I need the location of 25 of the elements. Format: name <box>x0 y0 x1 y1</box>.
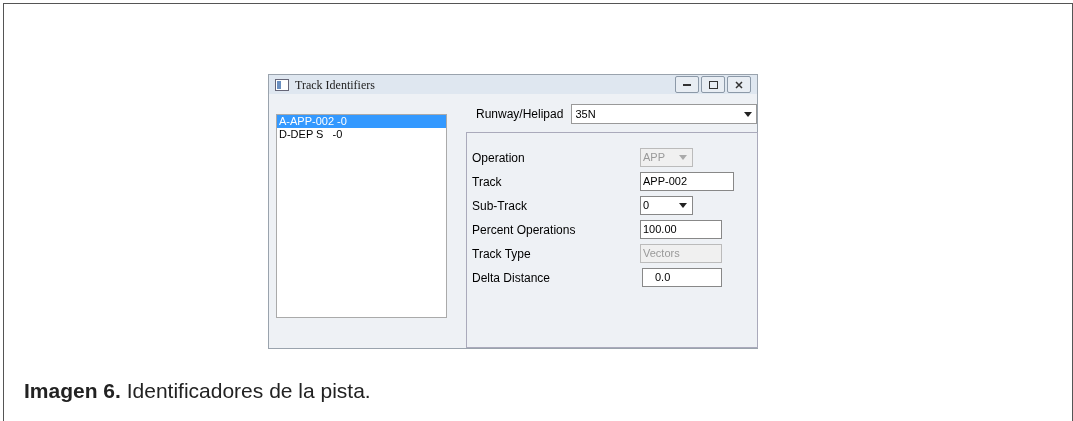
field-label: Sub-Track <box>472 197 528 215</box>
maximize-icon <box>708 80 718 89</box>
field-label: Track <box>472 173 503 191</box>
runway-label: Runway/Helipad <box>476 106 564 123</box>
dropdown-arrow-icon <box>679 155 687 160</box>
field-label: Operation <box>472 149 526 167</box>
window-title: Track Identifiers <box>295 76 375 94</box>
minimize-icon <box>683 83 691 86</box>
field-label: Percent Operations <box>472 221 577 239</box>
dropdown-arrow-icon <box>679 203 687 208</box>
maximize-button[interactable] <box>701 76 725 93</box>
track-list-item[interactable]: D-DEP S -0 <box>277 128 446 141</box>
input-field[interactable]: 100.00 <box>640 220 722 239</box>
field-label: Delta Distance <box>472 269 552 287</box>
close-icon <box>735 80 743 89</box>
runway-dropdown[interactable]: 35N <box>571 104 758 124</box>
figure-caption: Imagen 6. Identificadores de la pista. <box>24 378 372 404</box>
window-icon <box>275 78 289 91</box>
minimize-button[interactable] <box>675 76 699 93</box>
input-field[interactable]: APP-002 <box>640 172 734 191</box>
field-label: Track Type <box>472 245 532 263</box>
dropdown[interactable]: 0 <box>640 196 693 215</box>
dropdown-arrow-icon <box>744 111 753 117</box>
close-button[interactable] <box>727 76 751 93</box>
input-field[interactable]: 0.0 <box>642 268 722 287</box>
